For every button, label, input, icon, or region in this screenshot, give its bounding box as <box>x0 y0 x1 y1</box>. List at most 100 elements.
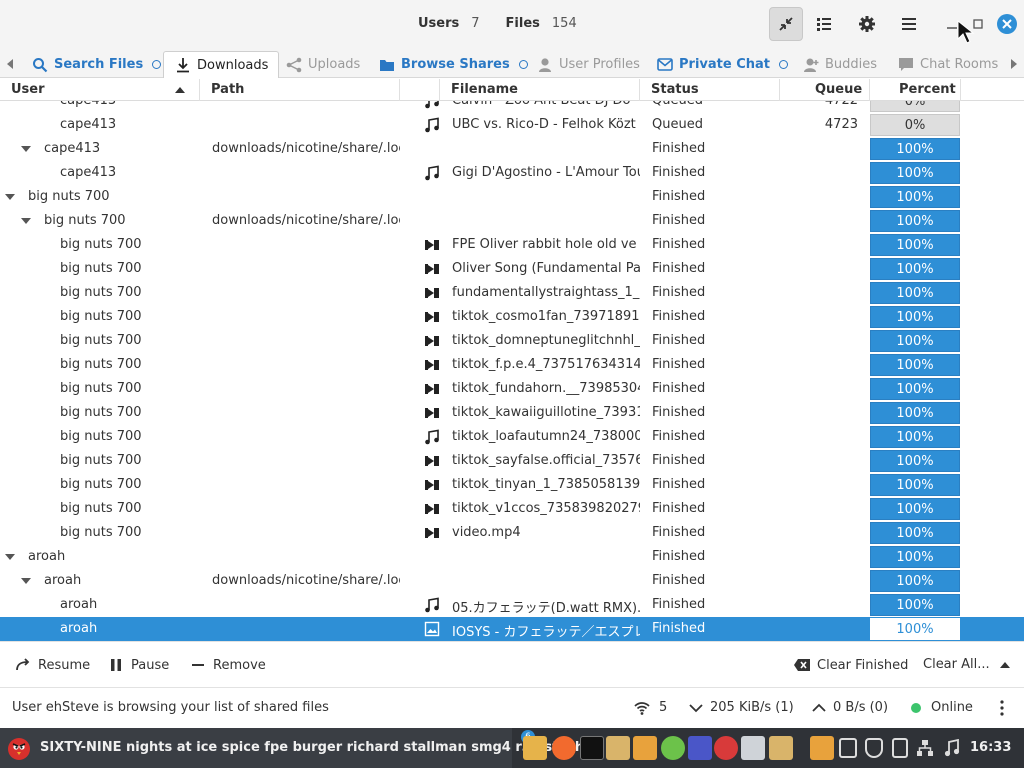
row-user: aroah <box>44 573 82 588</box>
main-menu-button[interactable] <box>892 7 926 41</box>
row-progress-bar: 100% <box>870 618 960 640</box>
transfer-row[interactable]: big nuts 700 tiktok_sayfalse.official_735… <box>0 449 1024 473</box>
transfer-row[interactable]: cape413 Calvin - Zoo Ant Beat DJ Do Queued… <box>0 101 1024 113</box>
connections-indicator[interactable]: 5 <box>634 700 667 715</box>
column-header-queue[interactable]: Queue <box>815 82 862 97</box>
column-header-filename[interactable]: Filename <box>451 82 518 97</box>
unread-indicator <box>152 60 162 69</box>
tab-downloads[interactable]: Downloads <box>163 51 280 78</box>
transfer-row[interactable]: big nuts 700 tiktok_loafautumn24_7380006 F… <box>0 425 1024 449</box>
tab-label: Uploads <box>308 57 361 72</box>
clear-all-button[interactable]: Clear All... <box>923 657 1011 672</box>
downloader-icon[interactable] <box>714 736 738 760</box>
upload-speed-indicator[interactable]: 0 B/s (0) <box>812 700 888 715</box>
tab-search-files[interactable]: Search Files <box>31 51 162 78</box>
resume-button[interactable]: Resume <box>14 657 90 673</box>
expander-arrow-icon[interactable] <box>5 554 15 560</box>
group-by-button[interactable] <box>807 7 841 41</box>
collapse-tree-button[interactable] <box>769 7 803 41</box>
transfer-row[interactable]: aroah 05.カフェラッテ(D.watt RMX).fl Finished 100… <box>0 593 1024 617</box>
tab-private-chat[interactable]: Private Chat <box>656 51 788 78</box>
transfer-row[interactable]: big nuts 700 tiktok_f.p.e.4_7375176343144… <box>0 353 1024 377</box>
network-icon[interactable] <box>916 739 934 757</box>
transfer-row[interactable]: aroah Finished 100% <box>0 545 1024 569</box>
clipboard-icon[interactable] <box>839 738 857 758</box>
music-note-icon[interactable] <box>944 739 960 757</box>
transfers-tree-view[interactable]: cape413 Calvin - Zoo Ant Beat DJ Do Queued… <box>0 101 1024 641</box>
row-user: big nuts 700 <box>60 333 142 348</box>
nicotine-app-icon[interactable] <box>633 736 657 760</box>
files-folder-icon[interactable] <box>523 736 547 760</box>
transfer-row[interactable]: big nuts 700 Oliver Song (Fundamental Pap… <box>0 257 1024 281</box>
transfer-row[interactable]: big nuts 700 tiktok_v1ccos_735839820279 Fi… <box>0 497 1024 521</box>
close-window-button[interactable] <box>997 14 1017 34</box>
transfer-row[interactable]: aroah IOSYS - カフェラッテ／エスプレ Finished 100% <box>0 617 1024 641</box>
folder-icon <box>378 57 396 73</box>
row-user: big nuts 700 <box>60 261 142 276</box>
transfer-row[interactable]: big nuts 700 Finished 100% <box>0 185 1024 209</box>
row-filename: tiktok_kawaiiguillotine_739316 <box>452 405 640 420</box>
tabs-scroll-right-icon[interactable] <box>1009 58 1019 70</box>
download-speed-indicator[interactable]: 205 KiB/s (1) <box>689 700 794 715</box>
transfer-row[interactable]: big nuts 700 downloads/nicotine/share/.lo… <box>0 209 1024 233</box>
header-stats: Users 7 Files 154 <box>418 16 577 31</box>
row-status: Finished <box>652 525 706 540</box>
pause-label: Pause <box>131 657 170 673</box>
transfer-row[interactable]: big nuts 700 tiktok_tinyan_1_73850581390 F… <box>0 473 1024 497</box>
row-user: big nuts 700 <box>28 189 110 204</box>
pause-button[interactable]: Pause <box>107 657 169 673</box>
chevron-up-icon <box>999 661 1010 668</box>
clock[interactable]: 16:33 <box>970 740 1011 755</box>
transfer-row[interactable]: big nuts 700 tiktok_kawaiiguillotine_7393… <box>0 401 1024 425</box>
preferences-button[interactable] <box>850 7 884 41</box>
window-switcher-icon[interactable] <box>741 736 765 760</box>
row-user: big nuts 700 <box>60 501 142 516</box>
expander-arrow-icon[interactable] <box>21 578 31 584</box>
transfer-row[interactable]: aroah downloads/nicotine/share/.loca Finis… <box>0 569 1024 593</box>
column-header-status[interactable]: Status <box>651 82 699 97</box>
active-window-button[interactable]: SIXTY-NINE nights at ice spice fpe burge… <box>0 728 584 768</box>
expander-arrow-icon[interactable] <box>5 194 15 200</box>
shield-icon[interactable] <box>865 738 883 758</box>
row-user: big nuts 700 <box>60 525 142 540</box>
tab-uploads[interactable]: Uploads <box>285 51 360 78</box>
package-icon[interactable] <box>769 736 793 760</box>
column-header-user[interactable]: User <box>11 82 45 97</box>
expander-arrow-icon[interactable] <box>21 218 31 224</box>
row-user: big nuts 700 <box>44 213 126 228</box>
transfer-row[interactable]: big nuts 700 tiktok_fundahorn.__73985304 F… <box>0 377 1024 401</box>
status-menu-button[interactable] <box>999 700 1005 716</box>
row-filename: Gigi D'Agostino - L'Amour Toujo <box>452 165 640 180</box>
terminal-icon[interactable] <box>580 736 604 760</box>
media-player-icon[interactable] <box>688 736 712 760</box>
online-status-button[interactable]: Online <box>911 700 973 715</box>
tabs-scroll-left-icon[interactable] <box>5 58 15 70</box>
column-header-path[interactable]: Path <box>211 82 244 97</box>
update-notifier-icon[interactable] <box>892 738 908 758</box>
tab-browse-shares[interactable]: Browse Shares <box>378 51 528 78</box>
transfer-row[interactable]: big nuts 700 FPE Oliver rabbit hole old v… <box>0 233 1024 257</box>
transfer-row[interactable]: big nuts 700 tiktok_cosmo1fan_739718916 Fi… <box>0 305 1024 329</box>
row-status: Finished <box>652 189 706 204</box>
firefox-icon[interactable] <box>552 736 576 760</box>
remove-button[interactable]: Remove <box>189 657 266 673</box>
transfer-row[interactable]: big nuts 700 fundamentallystraightass_1_1… <box>0 281 1024 305</box>
tab-chat-rooms[interactable]: Chat Rooms <box>897 51 998 78</box>
column-header-percent[interactable]: Percent <box>899 82 956 97</box>
row-queue: 4722 <box>780 101 858 108</box>
transfer-row[interactable]: big nuts 700 video.mp4 Finished 100% <box>0 521 1024 545</box>
wifi-icon <box>634 701 650 715</box>
tab-buddies[interactable]: Buddies <box>802 51 877 78</box>
archive-icon[interactable] <box>606 736 630 760</box>
row-progress-bar: 100% <box>870 186 960 208</box>
expander-arrow-icon[interactable] <box>21 146 31 152</box>
transfer-row[interactable]: cape413 Gigi D'Agostino - L'Amour Toujo Fi… <box>0 161 1024 185</box>
transfer-row[interactable]: cape413 downloads/nicotine/share/.loca Fin… <box>0 137 1024 161</box>
row-progress-bar: 100% <box>870 330 960 352</box>
globe-icon[interactable] <box>661 736 685 760</box>
nicotine-tray-icon[interactable] <box>810 736 834 760</box>
transfer-row[interactable]: cape413 UBC vs. Rico-D - Felhok Közt (D Qu… <box>0 113 1024 137</box>
clear-finished-button[interactable]: Clear Finished <box>793 657 908 673</box>
transfer-row[interactable]: big nuts 700 tiktok_domneptuneglitchnhl_7… <box>0 329 1024 353</box>
tab-user-profiles[interactable]: User Profiles <box>536 51 640 78</box>
